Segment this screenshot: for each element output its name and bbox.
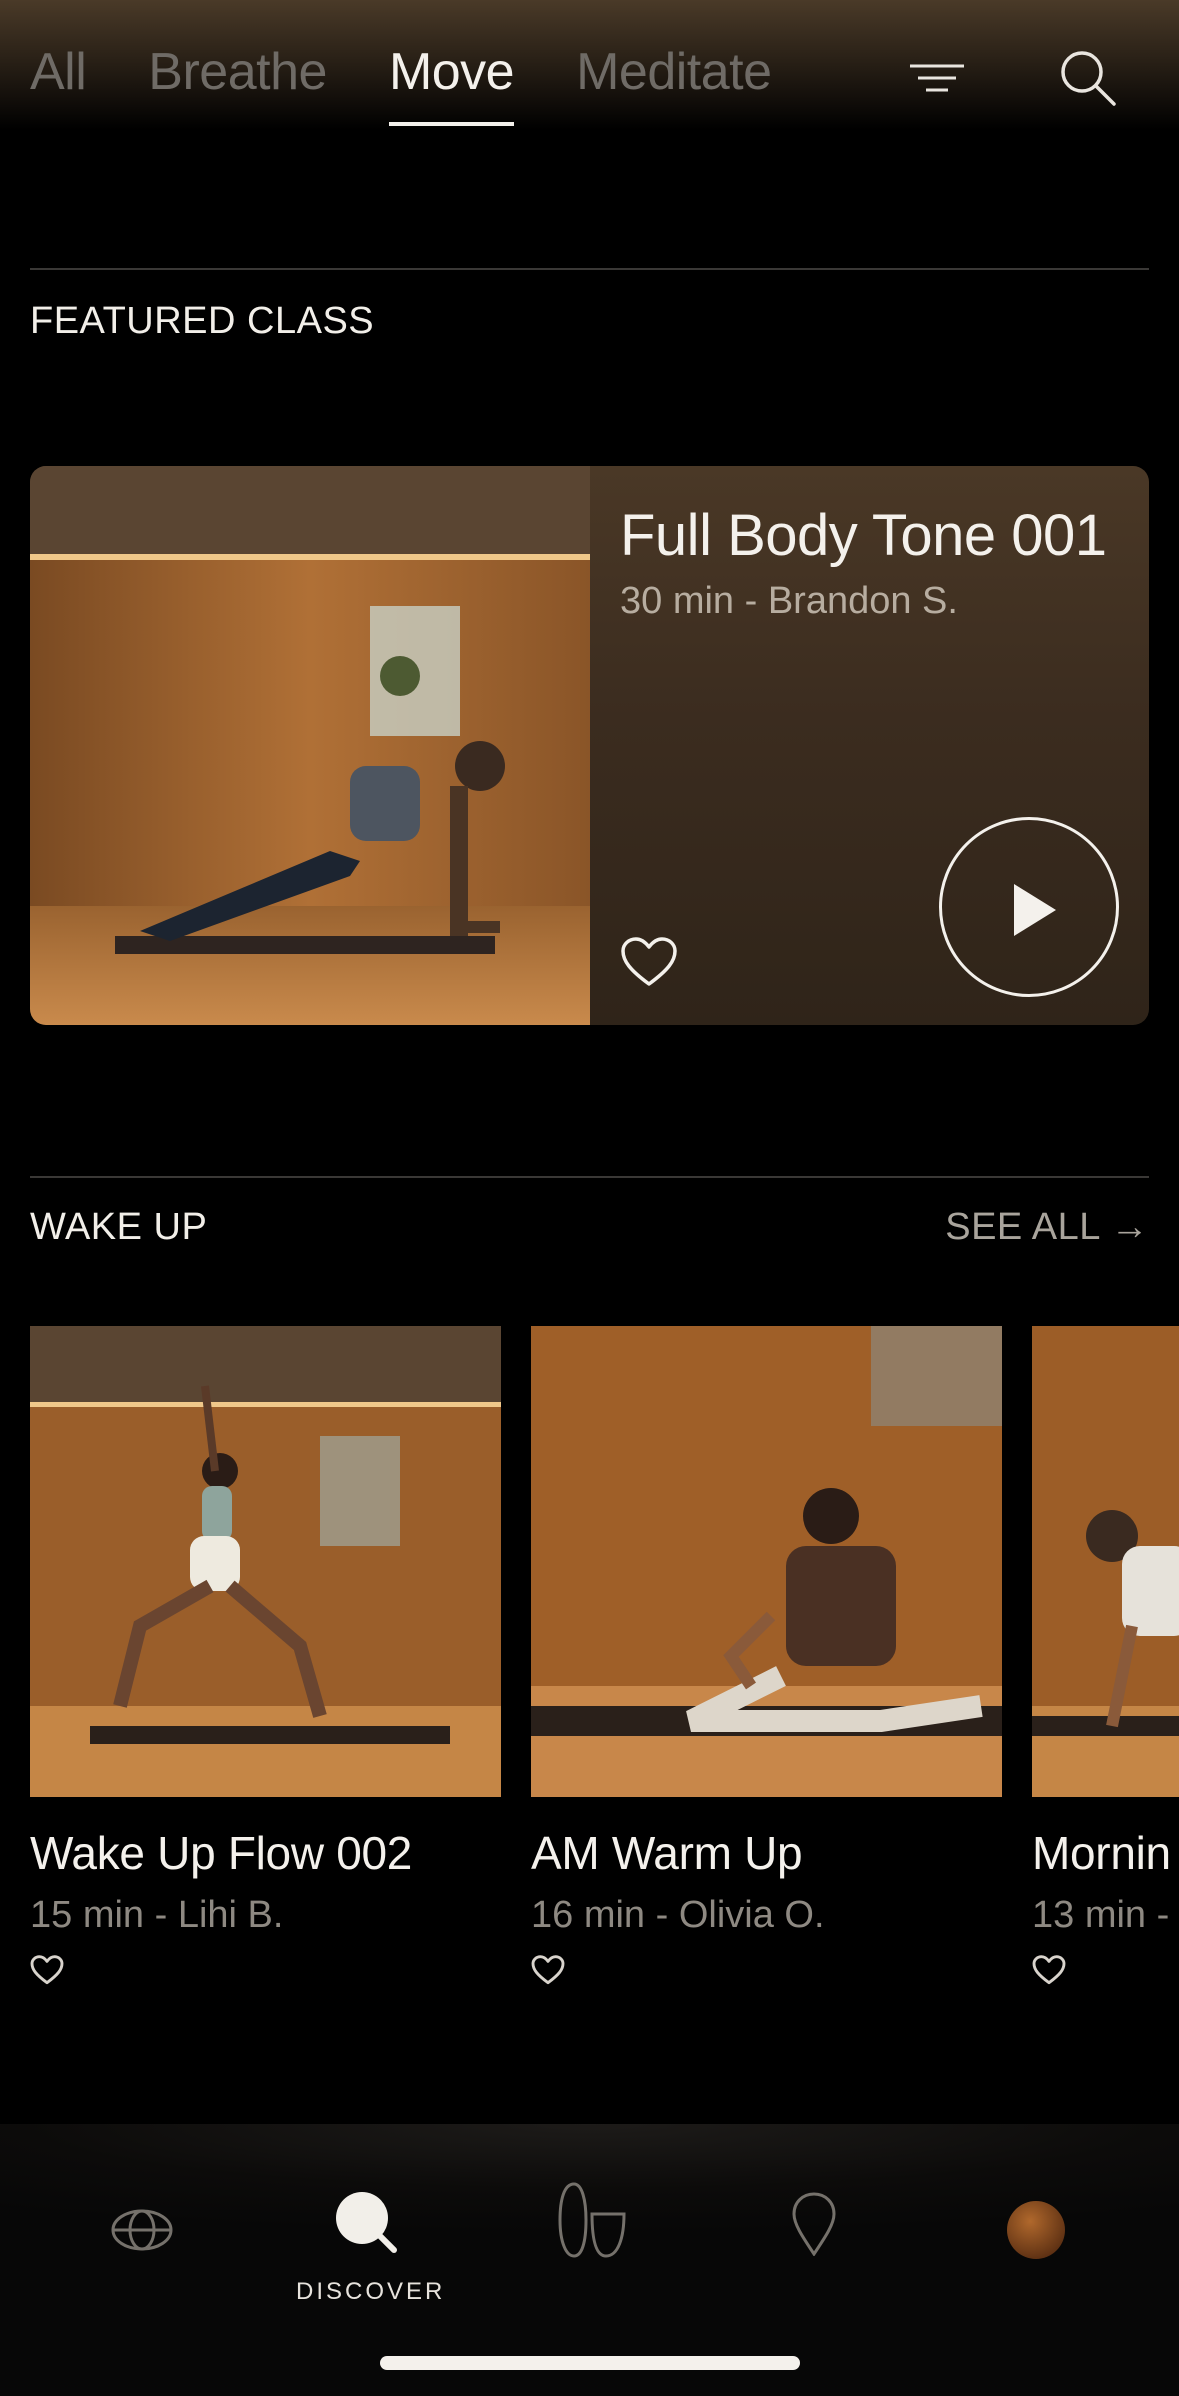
class-thumbnail (1032, 1326, 1179, 1797)
home-indicator (380, 2356, 800, 2370)
section-title-featured: FEATURED CLASS (30, 300, 375, 342)
nav-feet[interactable] (556, 2180, 628, 2265)
search-button[interactable] (1058, 48, 1118, 108)
heart-icon[interactable] (30, 1955, 64, 1985)
discover-icon (336, 2192, 397, 2253)
nav-location[interactable] (790, 2192, 838, 2261)
heart-icon[interactable] (531, 1955, 565, 1985)
class-title: Mornin (1032, 1827, 1171, 1879)
class-card[interactable]: AM Warm Up 16 min - Olivia O. (531, 1326, 1002, 1990)
profile-avatar (1007, 2201, 1065, 2259)
class-title: AM Warm Up (531, 1827, 803, 1879)
section-divider (30, 1176, 1149, 1178)
play-icon (1014, 884, 1056, 936)
featured-class-title: Full Body Tone 001 (620, 503, 1107, 568)
tab-meditate[interactable]: Meditate (576, 42, 772, 122)
filter-button[interactable] (908, 58, 968, 98)
featured-class-image (30, 466, 590, 1025)
section-title-wake-up: WAKE UP (30, 1206, 208, 1248)
see-all-link[interactable]: SEE ALL → (945, 1206, 1149, 1249)
play-button[interactable] (939, 817, 1119, 997)
featured-class-card[interactable]: Full Body Tone 001 30 min - Brandon S. (30, 466, 1149, 1025)
favorite-button[interactable] (620, 936, 678, 988)
heart-icon (621, 937, 677, 986)
heart-icon[interactable] (1032, 1955, 1066, 1985)
feet-icon (558, 2182, 626, 2258)
class-title: Wake Up Flow 002 (30, 1827, 413, 1879)
class-card[interactable]: Mornin 13 min - (1032, 1326, 1179, 1990)
filter-lines-icon (910, 64, 964, 92)
search-icon (1061, 51, 1116, 106)
nav-discover[interactable] (334, 2190, 398, 2259)
class-thumbnail (30, 1326, 501, 1797)
class-card[interactable]: Wake Up Flow 002 15 min - Lihi B. (30, 1326, 501, 1990)
tab-breathe[interactable]: Breathe (148, 42, 327, 122)
featured-class-meta: 30 min - Brandon S. (620, 580, 958, 622)
globe-icon (111, 2209, 173, 2251)
class-meta: 15 min - Lihi B. (30, 1894, 284, 1936)
class-meta: 13 min - (1032, 1894, 1170, 1936)
tab-move[interactable]: Move (388, 42, 515, 126)
nav-globe[interactable] (110, 2198, 174, 2267)
category-tabs: All Breathe Move Meditate (30, 42, 772, 132)
section-divider (30, 268, 1149, 270)
tab-all[interactable]: All (30, 42, 87, 122)
class-meta: 16 min - Olivia O. (531, 1894, 825, 1936)
nav-profile[interactable] (1006, 2200, 1066, 2265)
class-thumbnail (531, 1326, 1002, 1797)
pin-icon (792, 2192, 836, 2257)
nav-discover-label: DISCOVER (296, 2278, 446, 2305)
